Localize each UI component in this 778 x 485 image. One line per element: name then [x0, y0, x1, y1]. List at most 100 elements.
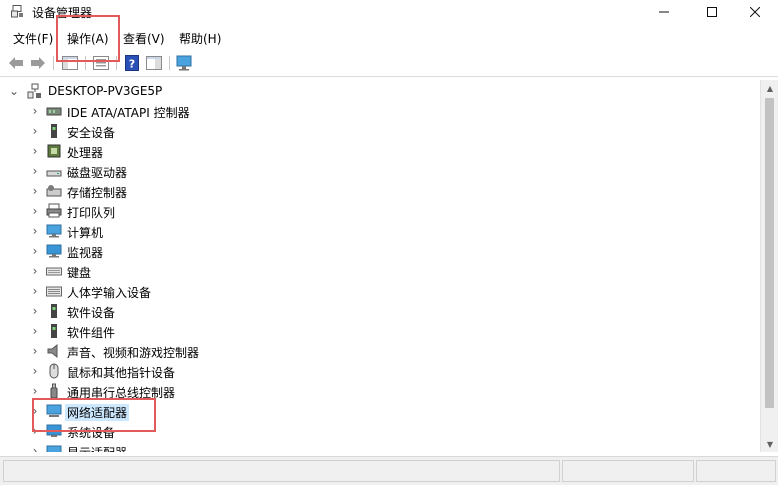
back-arrow-icon [9, 57, 23, 69]
tree-item[interactable]: › 磁盘驱动器 [0, 161, 760, 181]
menu-help[interactable]: 帮助(H) [177, 30, 223, 47]
forward-arrow-icon [31, 57, 45, 69]
toolbar-separator [85, 56, 86, 70]
tree-item[interactable]: › 通用串行总线控制器 [0, 381, 760, 401]
tree-item-label: 显示适配器 [67, 444, 127, 452]
properties-button[interactable] [92, 54, 110, 72]
title-bar: 设备管理器 [0, 0, 778, 24]
processor-icon [47, 144, 61, 158]
chevron-right-icon[interactable]: › [30, 121, 40, 141]
tree-item-label: 软件设备 [67, 306, 116, 320]
tree-item-label: 磁盘驱动器 [67, 166, 128, 180]
tree-item-label: 监视器 [67, 246, 104, 260]
maximize-icon [707, 7, 717, 17]
tree-item[interactable]: › 安全设备 [0, 121, 760, 141]
tree-item-label: IDE ATA/ATAPI 控制器 [67, 106, 190, 120]
tree-item[interactable]: › 键盘 [0, 261, 760, 281]
chevron-down-icon[interactable]: ⌄ [9, 81, 19, 101]
status-panel-main [3, 460, 560, 482]
scroll-down-icon[interactable]: ▼ [761, 436, 778, 452]
tree-item[interactable]: › 监视器 [0, 241, 760, 261]
chevron-right-icon[interactable]: › [30, 241, 40, 261]
tree-item-label: 处理器 [67, 146, 104, 160]
toolbar-separator [169, 56, 170, 70]
hid-icon [46, 286, 62, 297]
menu-view[interactable]: 查看(V) [121, 30, 167, 47]
tree-item-label: 软件组件 [67, 326, 116, 340]
tree-item-label: 声音、视频和游戏控制器 [67, 346, 200, 360]
forward-button[interactable] [29, 54, 47, 72]
system-device-icon [46, 424, 62, 437]
security-device-icon [51, 124, 57, 138]
maximize-button[interactable] [689, 0, 735, 24]
status-panel-3 [696, 460, 776, 482]
speaker-icon [47, 343, 58, 359]
properties-icon [93, 56, 109, 70]
chevron-right-icon[interactable]: › [30, 321, 40, 341]
chevron-right-icon[interactable]: › [30, 181, 40, 201]
display-adapter-icon [46, 445, 62, 452]
status-bar [0, 456, 778, 485]
action-pane-button[interactable] [145, 54, 163, 72]
close-button[interactable] [732, 0, 778, 24]
chevron-right-icon[interactable]: › [30, 441, 40, 452]
tree-item[interactable]: › 系统设备 [0, 421, 760, 441]
tree-item[interactable]: › 存储控制器 [0, 181, 760, 201]
chevron-right-icon[interactable]: › [30, 101, 40, 121]
chevron-right-icon[interactable]: › [30, 421, 40, 441]
tree-root[interactable]: ⌄ DESKTOP-PV3GE5P [0, 81, 760, 101]
tree-item[interactable]: › 人体学输入设备 [0, 281, 760, 301]
tree-item[interactable]: › 计算机 [0, 221, 760, 241]
scroll-up-icon[interactable]: ▲ [761, 80, 778, 96]
printer-icon [46, 203, 62, 218]
software-component-icon [51, 324, 57, 338]
tree-item-label: 通用串行总线控制器 [67, 386, 176, 400]
tree-item-label: 系统设备 [67, 426, 116, 440]
chevron-right-icon[interactable]: › [30, 261, 40, 281]
menu-action[interactable]: 操作(A) [65, 30, 111, 47]
toolbar: ? [0, 50, 778, 77]
keyboard-icon [46, 267, 62, 276]
tree-item[interactable]: › 显示适配器 [0, 441, 760, 452]
chevron-right-icon[interactable]: › [30, 221, 40, 241]
tree-item[interactable]: › 软件设备 [0, 301, 760, 321]
scrollbar-thumb[interactable] [765, 98, 774, 408]
chevron-right-icon[interactable]: › [30, 301, 40, 321]
minimize-icon [659, 11, 669, 13]
chevron-right-icon[interactable]: › [30, 401, 40, 421]
vertical-scrollbar[interactable]: ▲ ▼ [760, 80, 778, 452]
svg-text:?: ? [129, 58, 135, 71]
chevron-right-icon[interactable]: › [30, 361, 40, 381]
tree-item[interactable]: › 鼠标和其他指针设备 [0, 361, 760, 381]
chevron-right-icon[interactable]: › [30, 201, 40, 221]
help-button[interactable]: ? [123, 54, 141, 72]
ide-controller-icon [46, 107, 62, 116]
tree-item-label: 网络适配器 [65, 404, 130, 421]
toolbar-separator [53, 56, 54, 70]
tree-item[interactable]: › 处理器 [0, 141, 760, 161]
toolbar-separator [116, 56, 117, 70]
tree-item[interactable]: › IDE ATA/ATAPI 控制器 [0, 101, 760, 121]
chevron-right-icon[interactable]: › [30, 341, 40, 361]
tree-item[interactable]: › 软件组件 [0, 321, 760, 341]
chevron-right-icon[interactable]: › [30, 381, 40, 401]
tree-item-label: 键盘 [67, 266, 92, 280]
console-tree-button[interactable] [61, 54, 79, 72]
scan-hardware-button[interactable] [176, 54, 194, 72]
back-button[interactable] [7, 54, 25, 72]
scan-hardware-icon [176, 55, 192, 71]
device-manager-icon [11, 5, 23, 18]
close-icon [750, 7, 760, 17]
menu-file[interactable]: 文件(F) [11, 30, 55, 47]
tree-item[interactable]: › 网络适配器 [0, 401, 760, 421]
minimize-button[interactable] [641, 0, 687, 24]
window-title: 设备管理器 [32, 6, 93, 20]
storage-controller-icon [46, 185, 62, 197]
chevron-right-icon[interactable]: › [30, 141, 40, 161]
tree-item-label: 人体学输入设备 [67, 286, 152, 300]
chevron-right-icon[interactable]: › [30, 161, 40, 181]
tree-item[interactable]: › 打印队列 [0, 201, 760, 221]
tree-item-label: 打印队列 [67, 206, 116, 220]
chevron-right-icon[interactable]: › [30, 281, 40, 301]
tree-item[interactable]: › 声音、视频和游戏控制器 [0, 341, 760, 361]
